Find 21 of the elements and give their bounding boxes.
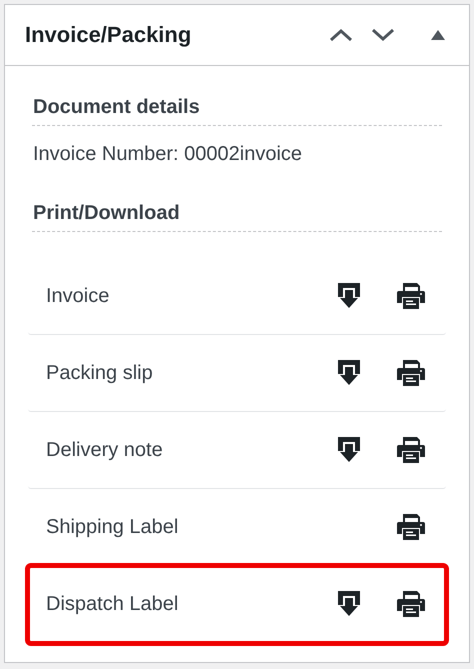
document-label: Invoice — [46, 284, 110, 308]
panel-title: Invoice/Packing — [25, 22, 192, 48]
section-heading: Print/Download — [32, 199, 442, 232]
print-icon[interactable] — [397, 437, 425, 463]
move-down-icon[interactable] — [371, 28, 395, 42]
download-icon[interactable] — [338, 437, 360, 463]
download-icon[interactable] — [338, 360, 360, 386]
print-icon[interactable] — [397, 360, 425, 386]
download-icon[interactable] — [338, 283, 360, 309]
print-icon[interactable] — [397, 283, 425, 309]
document-label: Packing slip — [46, 362, 154, 384]
collapse-icon[interactable] — [431, 30, 445, 40]
print-icon[interactable] — [397, 514, 425, 540]
invoice-number: Invoice Number: 00002invoice — [33, 142, 304, 167]
print-icon[interactable] — [397, 591, 425, 617]
download-icon[interactable] — [338, 591, 360, 617]
document-label: Dispatch Label — [46, 592, 180, 616]
document-label: Delivery note — [46, 438, 164, 462]
move-up-icon[interactable] — [329, 28, 353, 42]
section-heading: Document details — [32, 93, 442, 126]
document-label: Shipping Label — [46, 516, 180, 538]
